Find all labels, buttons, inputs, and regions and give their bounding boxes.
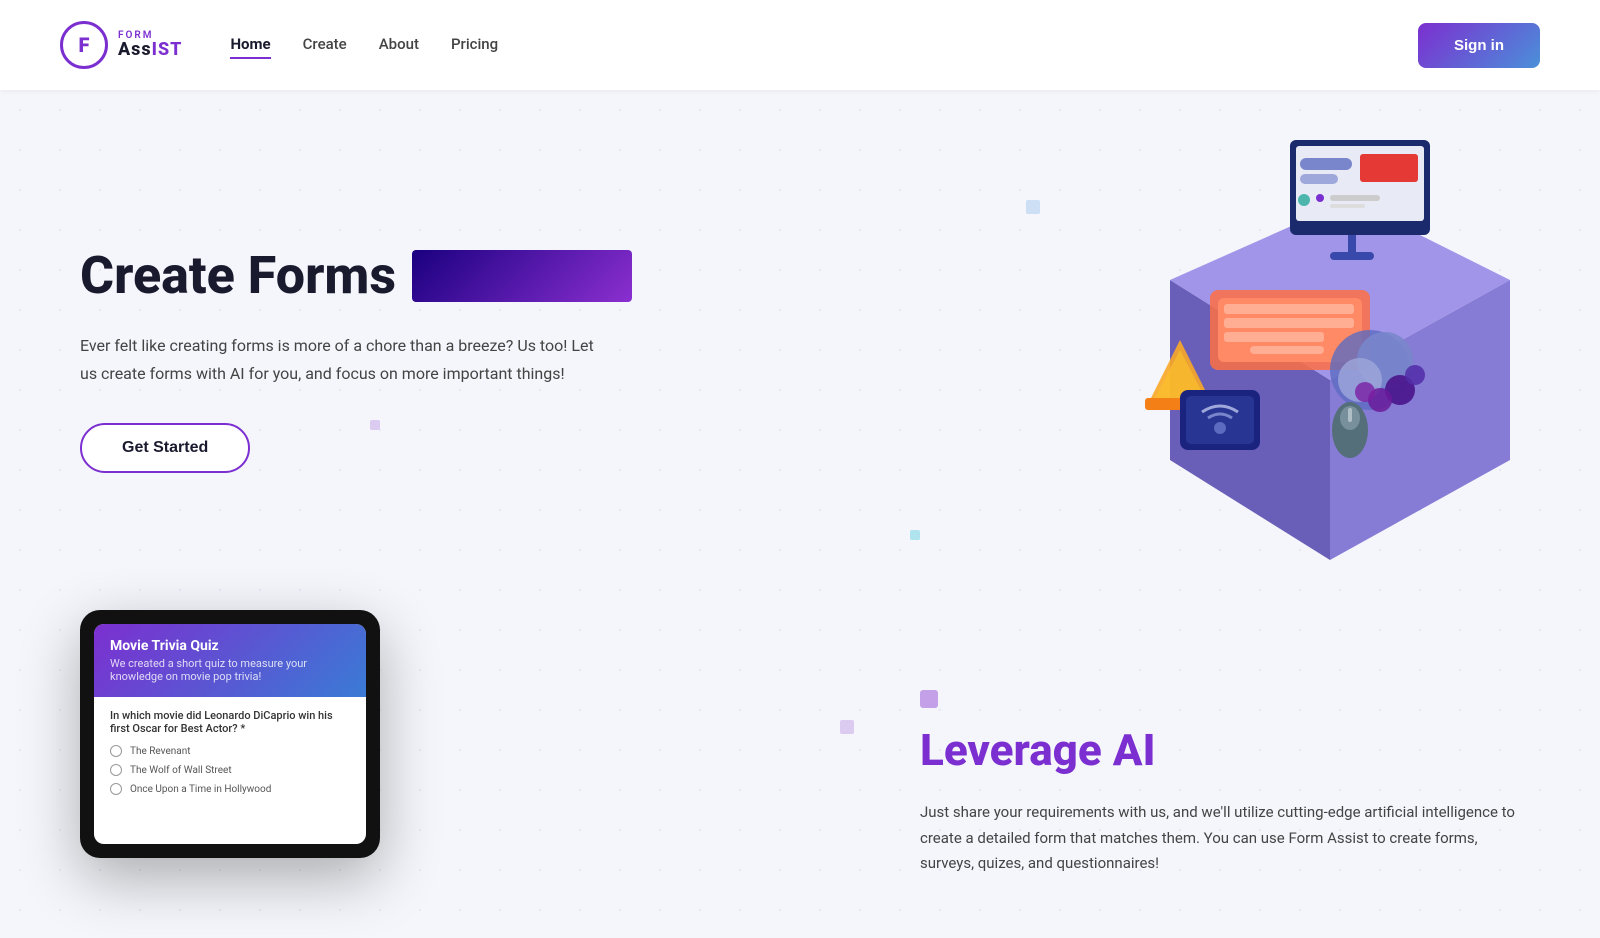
hero-section: Create Forms Ever felt like creating for… bbox=[0, 90, 1600, 610]
tablet-body: In which movie did Leonardo DiCaprio win… bbox=[94, 697, 366, 814]
tablet-question: In which movie did Leonardo DiCaprio win… bbox=[110, 709, 350, 735]
get-started-button[interactable]: Get Started bbox=[80, 423, 250, 473]
tablet-mockup: Movie Trivia Quiz We created a short qui… bbox=[80, 610, 380, 858]
isometric-image bbox=[1040, 110, 1600, 590]
tablet-subtitle: We created a short quiz to measure your … bbox=[110, 657, 350, 683]
logo-assist-text: AssIST bbox=[118, 41, 182, 59]
logo[interactable]: F FORM AssIST bbox=[60, 21, 182, 69]
leverage-highlight: AI bbox=[1113, 724, 1156, 776]
hero-illustration bbox=[1040, 110, 1600, 590]
tablet-title: Movie Trivia Quiz bbox=[110, 638, 350, 654]
sign-in-button[interactable]: Sign in bbox=[1418, 23, 1540, 68]
hero-title-highlight bbox=[412, 250, 632, 302]
nav-create[interactable]: Create bbox=[303, 31, 347, 59]
hero-description: Ever felt like creating forms is more of… bbox=[80, 332, 600, 386]
leverage-prefix: Leverage bbox=[920, 724, 1113, 776]
main-content: Create Forms Ever felt like creating for… bbox=[0, 90, 1600, 938]
nav-home[interactable]: Home bbox=[230, 31, 270, 59]
hero-left: Create Forms Ever felt like creating for… bbox=[80, 247, 632, 473]
leverage-description: Just share your requirements with us, an… bbox=[920, 800, 1520, 877]
nav-about[interactable]: About bbox=[379, 31, 419, 59]
navbar: F FORM AssIST Home Create About Pricing … bbox=[0, 0, 1600, 90]
leverage-section: Leverage AI Just share your requirements… bbox=[920, 630, 1520, 877]
tablet-header: Movie Trivia Quiz We created a short qui… bbox=[94, 624, 366, 697]
leverage-title: Leverage AI bbox=[920, 724, 1520, 776]
tablet-option-2: The Wolf of Wall Street bbox=[110, 764, 350, 776]
nav-links: Home Create About Pricing bbox=[230, 31, 498, 59]
tablet-option-1: The Revenant bbox=[110, 745, 350, 757]
hero-title: Create Forms bbox=[80, 247, 632, 304]
tablet-screen: Movie Trivia Quiz We created a short qui… bbox=[94, 624, 366, 844]
hero-title-text: Create Forms bbox=[80, 247, 396, 304]
tablet-option-3: Once Upon a Time in Hollywood bbox=[110, 783, 350, 795]
radio-2 bbox=[110, 764, 122, 776]
iso-svg bbox=[1090, 140, 1550, 560]
radio-3 bbox=[110, 783, 122, 795]
leverage-accent bbox=[920, 690, 938, 708]
radio-1 bbox=[110, 745, 122, 757]
second-section: Movie Trivia Quiz We created a short qui… bbox=[0, 610, 1600, 938]
logo-icon: F bbox=[60, 21, 108, 69]
nav-pricing[interactable]: Pricing bbox=[451, 31, 498, 59]
